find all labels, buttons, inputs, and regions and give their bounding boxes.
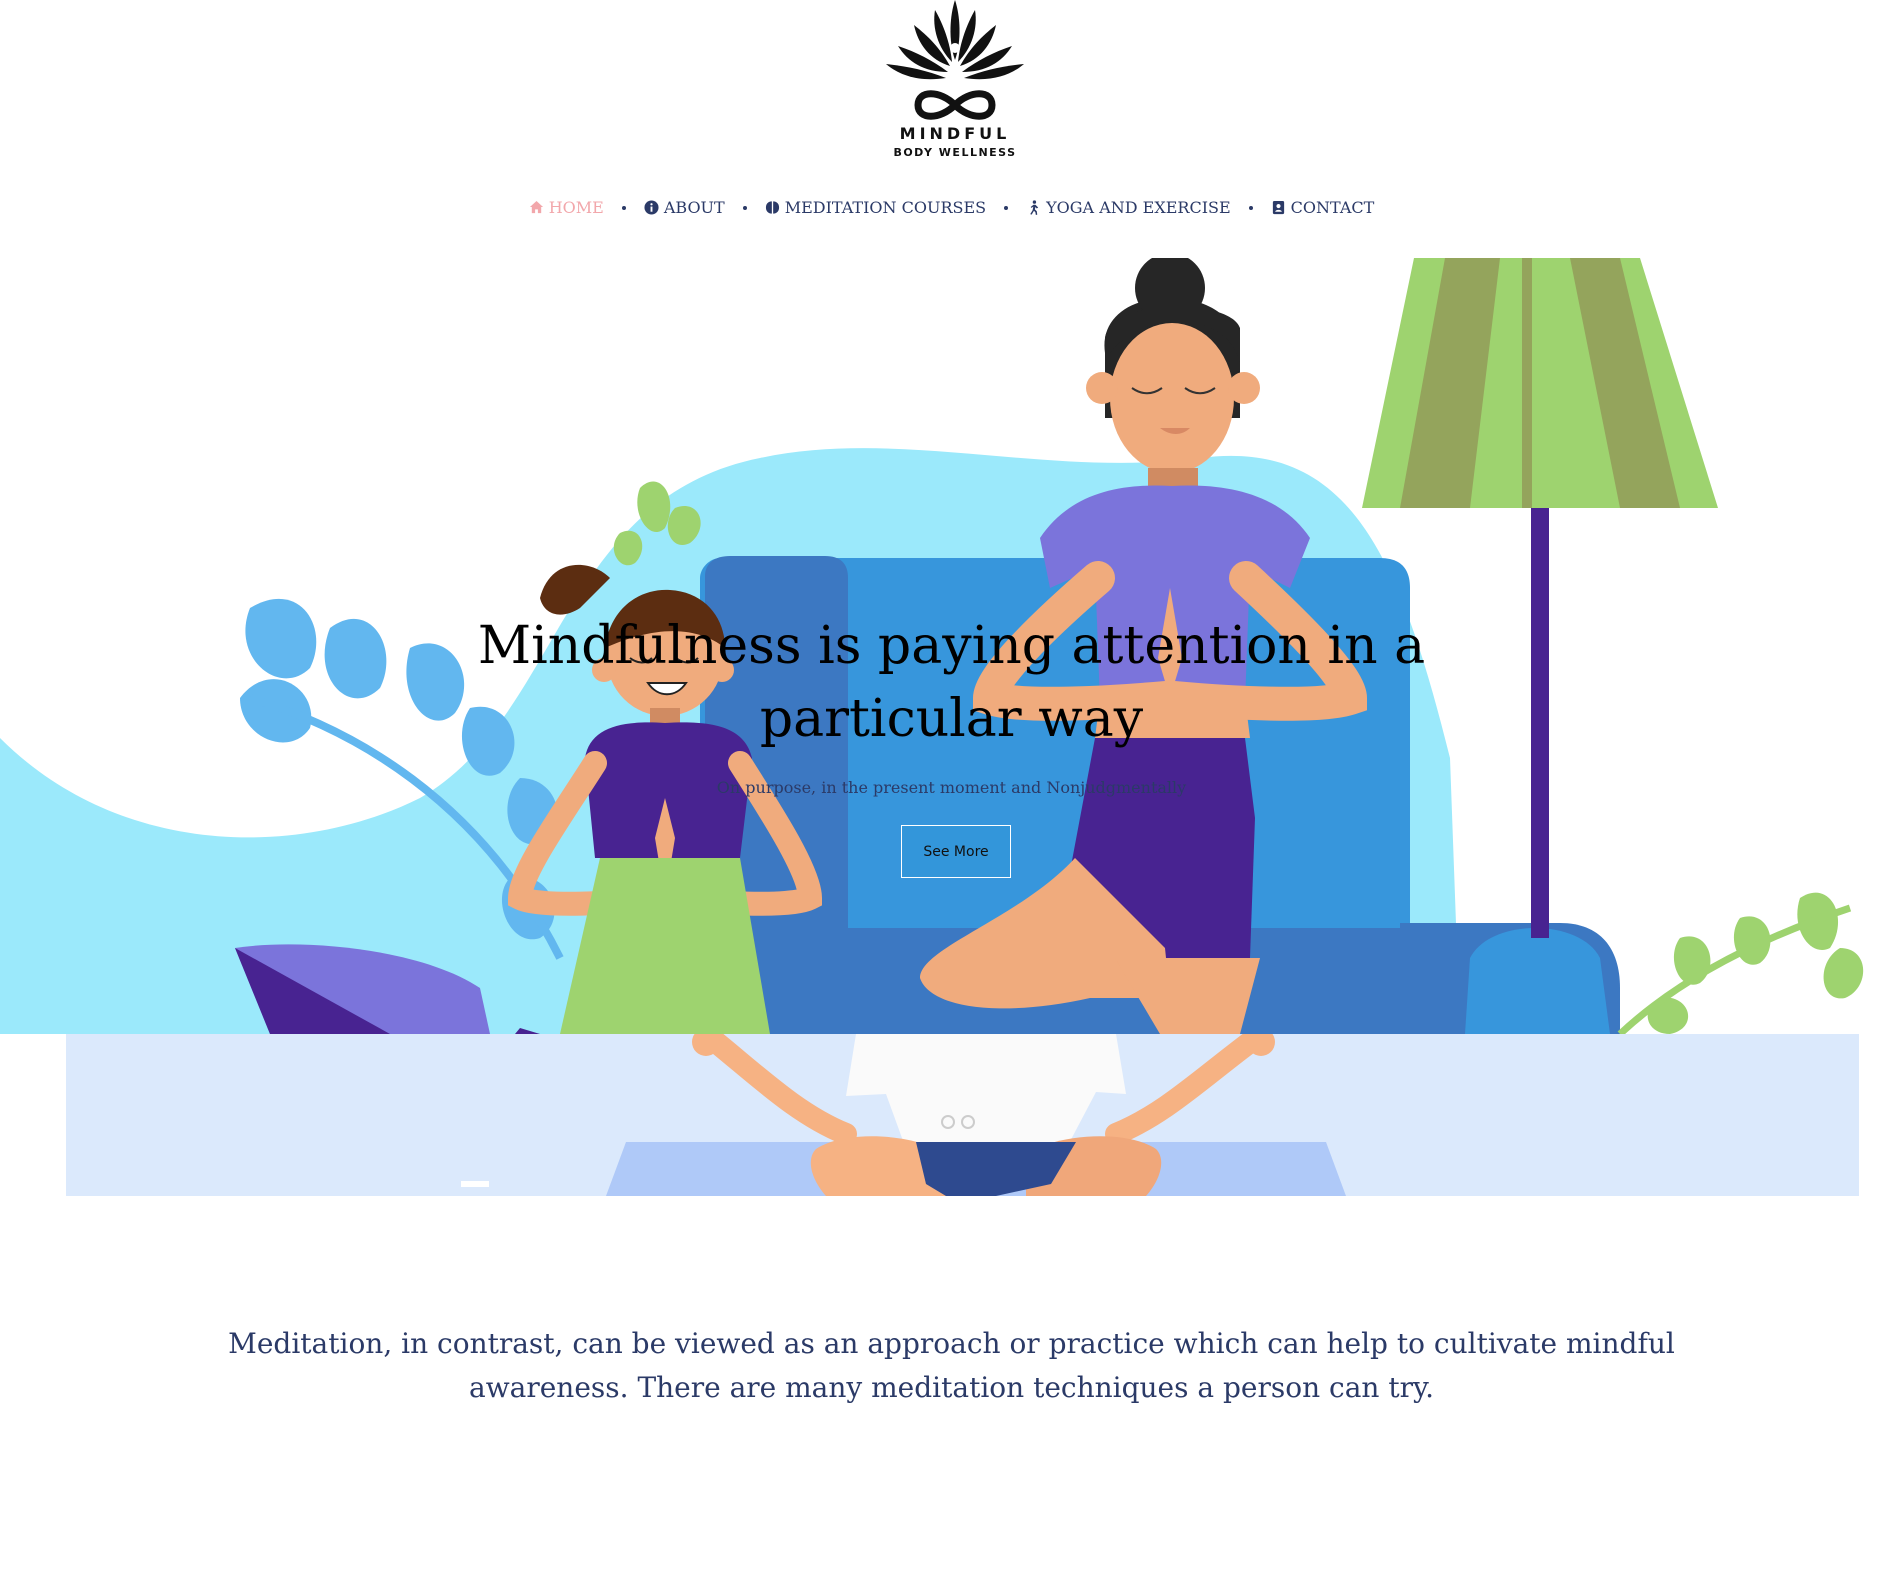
hero-banner: Mindfulness is paying attention in a par… — [0, 258, 1903, 1034]
nav-item-yoga-exercise[interactable]: YOGA AND EXERCISE — [1026, 198, 1231, 217]
meditation-banner — [66, 1034, 1859, 1196]
intro-paragraph: Meditation, in contrast, can be viewed a… — [228, 1327, 1675, 1404]
brand-logo[interactable]: MINDFUL BODY WELLNESS — [860, 0, 1050, 165]
nav-label-home: HOME — [548, 198, 604, 217]
nav-item-about[interactable]: ABOUT — [644, 198, 725, 217]
info-icon — [644, 200, 659, 215]
nav-item-home[interactable]: HOME — [529, 198, 604, 217]
nav-label-meditation-courses: MEDITATION COURSES — [784, 198, 987, 217]
brand-tagline: BODY WELLNESS — [893, 146, 1017, 159]
nav-item-contact[interactable]: CONTACT — [1271, 198, 1375, 217]
nav-separator — [1004, 205, 1009, 210]
contact-card-icon — [1272, 200, 1284, 215]
nav-separator — [1248, 205, 1253, 210]
nav-item-meditation-courses[interactable]: MEDITATION COURSES — [765, 198, 986, 217]
home-icon — [529, 200, 543, 214]
walking-person-icon — [1030, 200, 1039, 215]
lotus-logo-icon — [886, 0, 1024, 120]
brand-name: MINDFUL — [899, 124, 1011, 143]
hero-title: Mindfulness is paying attention in a par… — [0, 610, 1903, 756]
brain-icon — [765, 201, 779, 214]
main-navigation: HOME ABOUT MEDITATION COURSES YOGA AND E… — [0, 198, 1903, 217]
see-more-button[interactable]: See More — [901, 825, 1011, 878]
meditating-person-illustration — [461, 1034, 1346, 1196]
nav-label-yoga-exercise: YOGA AND EXERCISE — [1046, 198, 1231, 217]
nav-label-about: ABOUT — [663, 198, 725, 217]
hero-title-line2: particular way — [759, 689, 1144, 749]
nav-separator — [742, 205, 747, 210]
hero-subtitle: On purpose, in the present moment and No… — [716, 778, 1187, 797]
nav-label-contact: CONTACT — [1290, 198, 1375, 217]
hero-title-line1: Mindfulness is paying attention in a — [477, 616, 1426, 676]
nav-separator — [621, 205, 626, 210]
